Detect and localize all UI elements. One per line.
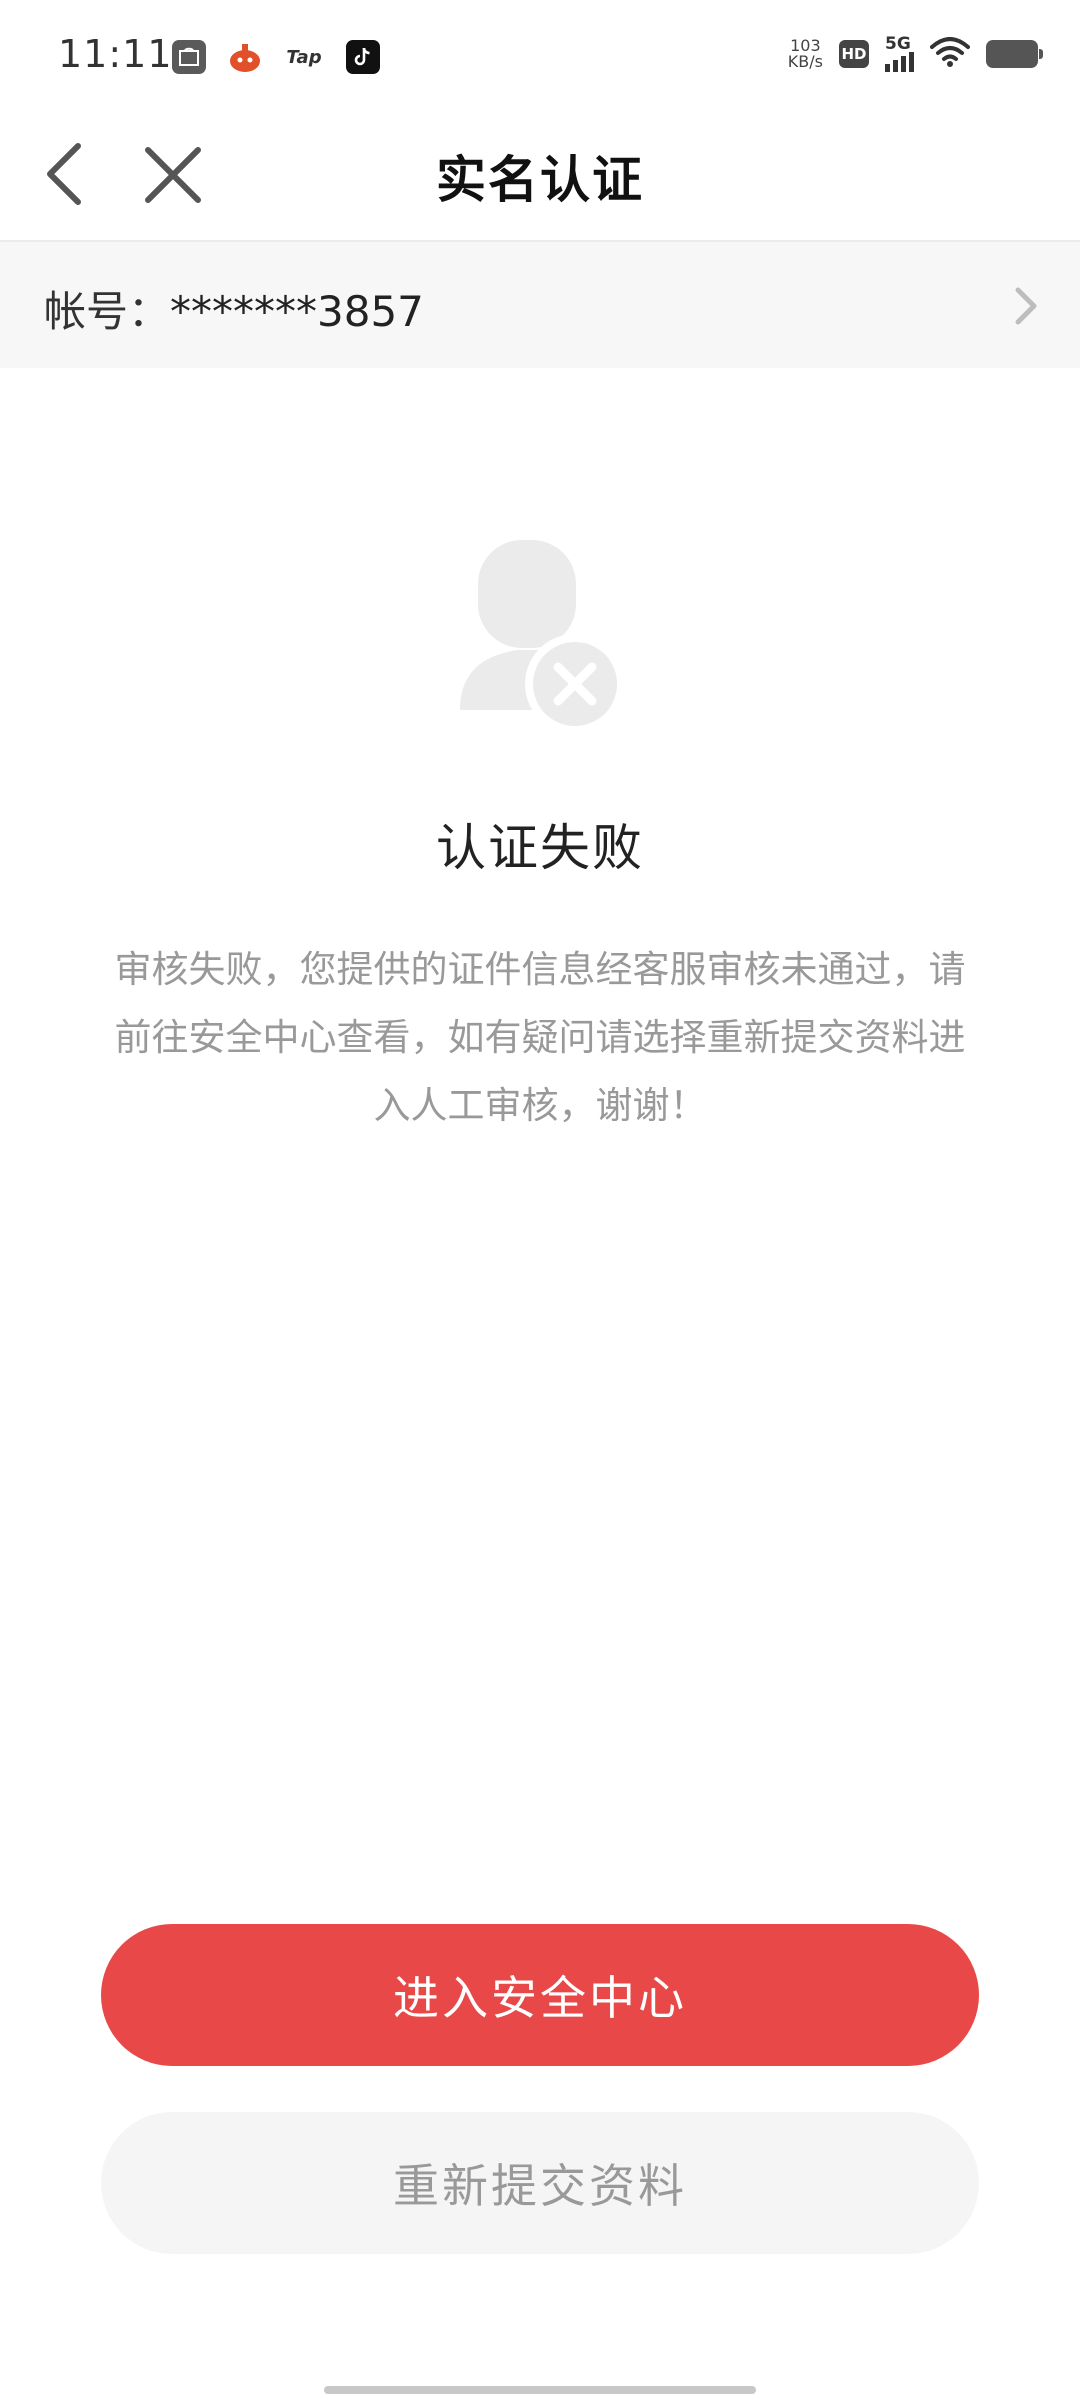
battery-icon (986, 40, 1043, 68)
net-speed-unit: KB/s (787, 52, 823, 71)
result-title: 认证失败 (436, 819, 644, 877)
signal-icon: 5G (885, 36, 914, 72)
status-bar: 11:11 Tap 103 KB/s HD 5G (0, 0, 1080, 110)
account-label-wrap: 帐号：*******3857 (44, 278, 424, 339)
game-app-icon (228, 40, 262, 74)
security-center-button[interactable]: 进入安全中心 (101, 1924, 979, 2066)
taptap-icon: Tap (286, 46, 322, 68)
huawei-appgallery-icon (172, 40, 206, 74)
signal-bars (885, 52, 914, 72)
account-value: *******3857 (170, 287, 424, 336)
net-speed: 103 KB/s (788, 38, 823, 70)
network-type: 5G (885, 34, 911, 54)
account-row[interactable]: 帐号：*******3857 (0, 242, 1080, 368)
tiktok-icon (346, 40, 380, 74)
account-label: 帐号： (44, 287, 171, 336)
page: 11:11 Tap 103 KB/s HD 5G 实名认证 帐号：*******… (0, 0, 1080, 2400)
page-title: 实名认证 (436, 151, 644, 209)
home-indicator[interactable] (324, 2386, 756, 2394)
resubmit-button[interactable]: 重新提交资料 (101, 2112, 979, 2254)
chevron-right-icon (1012, 284, 1040, 328)
result-description: 审核失败，您提供的证件信息经客服审核未通过，请前往安全中心查看，如有疑问请选择重… (114, 948, 966, 1127)
status-right: 103 KB/s HD 5G (788, 36, 1043, 72)
status-time: 11:11 (58, 32, 173, 76)
hd-icon: HD (839, 40, 869, 68)
user-failed-icon (460, 540, 625, 734)
nav-header: 实名认证 (0, 110, 1080, 242)
wifi-icon (930, 37, 970, 71)
notification-app-icons: Tap (172, 40, 380, 74)
